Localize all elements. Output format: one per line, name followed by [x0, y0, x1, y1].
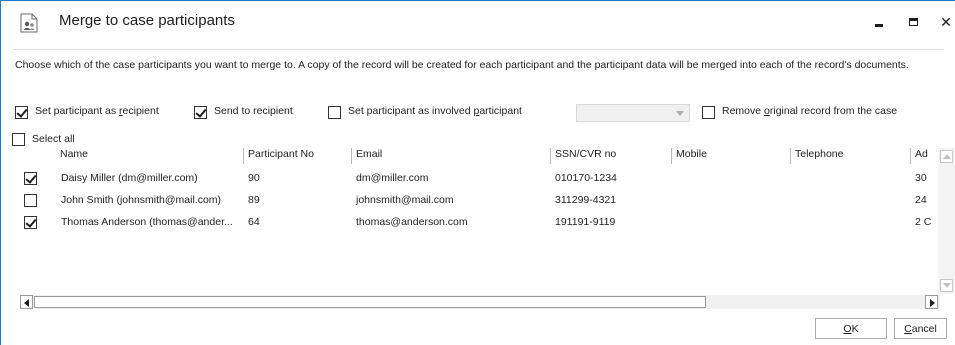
- merge-dialog: Merge to case participants ✕ Choose whic…: [0, 0, 955, 345]
- cell-email: johnsmith@mail.com: [356, 194, 454, 206]
- participants-merge-icon: [20, 13, 38, 33]
- set-involved-label[interactable]: Set participant as involved participant: [348, 105, 522, 117]
- cell-participant-no: 64: [248, 216, 260, 228]
- set-recipient-label[interactable]: Set participant as recipient: [35, 105, 159, 117]
- title-bar: Merge to case participants ✕: [1, 1, 955, 43]
- column-header-email[interactable]: Email: [351, 148, 550, 164]
- select-all-checkbox[interactable]: [12, 133, 25, 146]
- cell-name: Daisy Miller (dm@miller.com): [61, 172, 198, 184]
- cell-ssn: 010170-1234: [555, 172, 617, 184]
- set-involved-checkbox[interactable]: [328, 106, 341, 119]
- set-recipient-checkbox[interactable]: [15, 106, 28, 119]
- remove-original-checkbox[interactable]: [702, 106, 715, 119]
- column-header-address[interactable]: Ad: [910, 148, 938, 164]
- scroll-down-icon[interactable]: [940, 279, 953, 292]
- minimize-icon: [875, 23, 883, 27]
- scroll-up-icon[interactable]: [940, 150, 953, 163]
- remove-original-label[interactable]: Remove original record from the case: [722, 105, 897, 117]
- row-checkbox[interactable]: [24, 194, 37, 207]
- row-checkbox[interactable]: [24, 172, 37, 185]
- column-header-participant-no[interactable]: Participant No: [243, 148, 351, 164]
- send-to-recipient-label[interactable]: Send to recipient: [214, 105, 293, 117]
- cell-name: John Smith (johnsmith@mail.com): [61, 194, 222, 206]
- cell-ssn: 311299-4321: [555, 194, 617, 206]
- cell-participant-no: 89: [248, 194, 260, 206]
- dialog-title: Merge to case participants: [59, 12, 235, 29]
- chevron-down-icon: [676, 111, 684, 116]
- column-header-ssn[interactable]: SSN/CVR no: [550, 148, 671, 164]
- send-to-recipient-checkbox[interactable]: [194, 106, 207, 119]
- row-checkbox[interactable]: [24, 216, 37, 229]
- description-text: Choose which of the case participants yo…: [15, 59, 909, 71]
- participants-table: Name Participant No Email SSN/CVR no Mob…: [15, 148, 955, 313]
- cell-address: 30: [915, 172, 927, 184]
- scroll-right-icon[interactable]: [925, 295, 938, 309]
- close-icon: ✕: [940, 14, 952, 30]
- cancel-button[interactable]: Cancel: [894, 318, 947, 339]
- involved-participant-dropdown[interactable]: [576, 104, 690, 122]
- ok-button[interactable]: OK: [815, 318, 887, 339]
- column-header-mobile[interactable]: Mobile: [671, 148, 790, 164]
- select-all-label[interactable]: Select all: [32, 133, 75, 145]
- maximize-icon: [908, 18, 918, 26]
- title-divider: [14, 49, 944, 50]
- horizontal-scroll-thumb[interactable]: [34, 296, 706, 308]
- cell-email: dm@miller.com: [356, 172, 429, 184]
- cell-address: 24: [915, 194, 927, 206]
- cell-email: thomas@anderson.com: [356, 216, 468, 228]
- close-button[interactable]: ✕: [936, 13, 955, 31]
- cell-participant-no: 90: [248, 172, 260, 184]
- cell-name: Thomas Anderson (thomas@ander...: [61, 216, 233, 228]
- column-header-telephone[interactable]: Telephone: [790, 148, 910, 164]
- cell-ssn: 191191-9119: [555, 216, 616, 228]
- cell-address: 2 C: [915, 216, 932, 228]
- minimize-button[interactable]: [869, 13, 889, 31]
- horizontal-scrollbar[interactable]: [20, 295, 940, 309]
- scroll-left-icon[interactable]: [20, 295, 33, 309]
- vertical-scrollbar[interactable]: [938, 148, 955, 294]
- maximize-button[interactable]: [903, 13, 923, 31]
- column-header-name[interactable]: Name: [56, 148, 243, 164]
